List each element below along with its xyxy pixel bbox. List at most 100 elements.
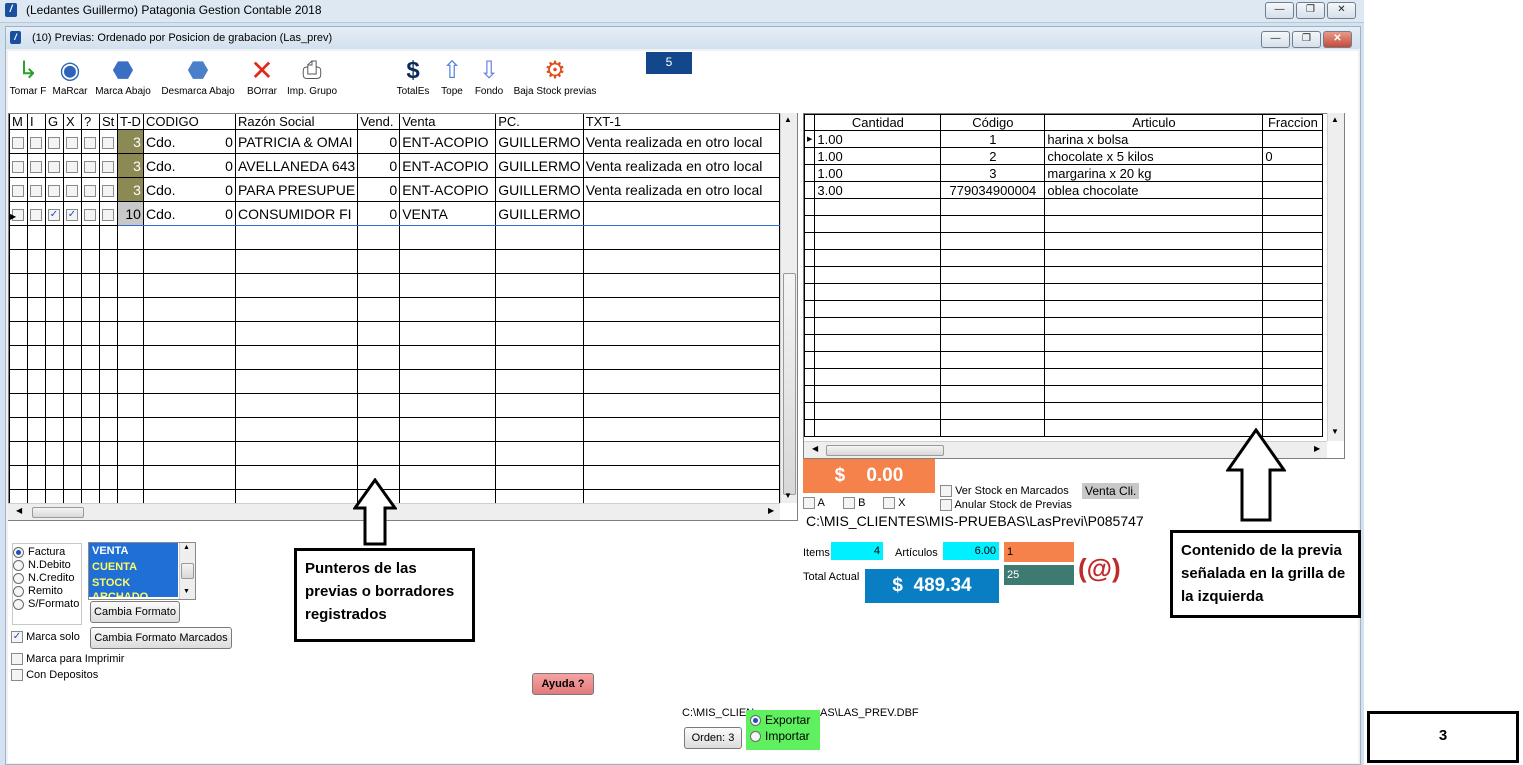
articulos-vertical-scrollbar[interactable]: ▲ ▼ xyxy=(1327,113,1344,441)
venta-cli-label[interactable]: Venta Cli. xyxy=(1082,483,1140,499)
articulos-scroll-down-icon[interactable]: ▼ xyxy=(1331,427,1339,436)
vend-cell[interactable]: 0 xyxy=(357,129,401,154)
table-row[interactable]: 3 Cdo. 0 PATRICIA & OMAI 0 ENT-ACOPIO GUILLERM… xyxy=(9,129,780,154)
table-row[interactable] xyxy=(9,369,780,394)
anular-stock-checkbox[interactable]: Anular Stock de Previas xyxy=(940,499,1072,512)
table-row[interactable]: 1.00 3 margarina x 20 kg xyxy=(804,164,1324,182)
row-checkbox[interactable] xyxy=(84,184,96,197)
codigo-cell[interactable]: Cdo. 0 xyxy=(142,177,236,202)
td-cell[interactable]: 3 xyxy=(117,129,144,154)
codigo-cell[interactable]: Cdo. 0 xyxy=(142,201,236,226)
toolbar-baja-stock-button[interactable]: ⚙ Baja Stock previas xyxy=(508,53,602,105)
check-x[interactable]: X xyxy=(883,497,905,510)
toolbar-borrar-button[interactable]: ✕ BOrrar xyxy=(242,53,282,105)
row-checkbox[interactable] xyxy=(66,160,78,173)
articulo-cell[interactable]: margarina x 20 kg xyxy=(1044,164,1264,182)
fraccion-cell[interactable] xyxy=(1262,181,1324,199)
table-row[interactable] xyxy=(804,385,1324,403)
razon-cell[interactable]: AVELLANEDA 643 xyxy=(234,153,359,178)
list-item[interactable]: STOCK xyxy=(89,575,178,591)
table-row[interactable] xyxy=(804,300,1324,318)
table-row[interactable] xyxy=(804,351,1324,369)
razon-cell[interactable]: PARA PRESUPUE xyxy=(234,177,359,202)
table-row[interactable]: 1.00 2 chocolate x 5 kilos 0 xyxy=(804,147,1324,165)
check-b[interactable]: B xyxy=(843,497,865,510)
table-row[interactable] xyxy=(804,368,1324,386)
row-checkbox[interactable] xyxy=(30,136,42,149)
scroll-up-icon[interactable]: ▲ xyxy=(784,115,792,124)
table-row[interactable] xyxy=(804,317,1324,335)
col-header-pc[interactable]: PC. xyxy=(495,114,584,130)
articulos-scroll-left-icon[interactable]: ◀ xyxy=(812,444,818,453)
col-header-st[interactable]: St xyxy=(99,114,118,130)
txt-cell[interactable]: Venta realizada en otro local xyxy=(582,129,780,154)
marca-imprimir-checkbox[interactable]: Marca para Imprimir xyxy=(11,653,124,666)
td-cell[interactable]: 10 xyxy=(117,201,144,226)
row-checkbox[interactable] xyxy=(84,208,96,221)
row-checkbox[interactable] xyxy=(102,136,114,149)
vend-cell[interactable]: 0 xyxy=(357,153,401,178)
razon-cell[interactable]: PATRICIA & OMAI xyxy=(234,129,359,154)
col-header-codigo-art[interactable]: Código xyxy=(940,114,1046,131)
col-header-codigo[interactable]: CODIGO xyxy=(142,114,236,130)
list-item[interactable]: VENTA xyxy=(89,543,178,559)
row-checkbox[interactable] xyxy=(48,184,60,197)
table-row[interactable] xyxy=(804,266,1324,284)
table-row[interactable] xyxy=(9,393,780,418)
txt-cell[interactable]: Venta realizada en otro local xyxy=(582,177,780,202)
toolbar-tope-button[interactable]: ⇧ Tope xyxy=(436,53,468,105)
row-checkbox[interactable] xyxy=(30,208,42,221)
row-checkbox[interactable] xyxy=(12,184,24,197)
toolbar-marcar-button[interactable]: ◉ MaRcar xyxy=(48,53,92,105)
previas-close-button[interactable]: ✕ xyxy=(1323,31,1352,48)
articulos-scroll-right-icon[interactable]: ▶ xyxy=(1314,444,1320,453)
col-header-fraccion[interactable]: Fraccion xyxy=(1262,114,1324,131)
radio-exportar[interactable]: Exportar xyxy=(750,713,820,727)
previas-minimize-button[interactable]: — xyxy=(1261,31,1290,48)
txt-cell[interactable]: Venta realizada en otro local xyxy=(582,153,780,178)
pc-cell[interactable]: GUILLERMO xyxy=(495,201,584,226)
radio-ncredito[interactable]: N.Credito xyxy=(13,572,81,584)
close-button[interactable]: ✕ xyxy=(1327,2,1356,19)
previas-vscroll-thumb[interactable] xyxy=(783,273,796,495)
marca-solo-checkbox[interactable]: ✓ Marca solo xyxy=(11,631,80,644)
venta-cell[interactable]: ENT-ACOPIO xyxy=(399,177,497,202)
toolbar-imp-grupo-button[interactable]: ⎙ Imp. Grupo xyxy=(284,53,340,105)
pc-cell[interactable]: GUILLERMO xyxy=(495,153,584,178)
con-depositos-checkbox[interactable]: Con Depositos xyxy=(11,669,98,682)
fraccion-cell[interactable]: 0 xyxy=(1262,147,1324,165)
toolbar-fondo-button[interactable]: ⇩ Fondo xyxy=(472,53,506,105)
col-header-g[interactable]: G xyxy=(45,114,64,130)
radio-factura[interactable]: Factura xyxy=(13,546,81,558)
td-cell[interactable]: 3 xyxy=(117,153,144,178)
row-checkbox[interactable] xyxy=(102,160,114,173)
check-a[interactable]: A xyxy=(803,497,825,510)
pc-cell[interactable]: GUILLERMO xyxy=(495,129,584,154)
table-row[interactable]: 3 Cdo. 0 PARA PRESUPUE 0 ENT-ACOPIO GUILLERMO V… xyxy=(9,177,780,202)
venta-cell[interactable]: VENTA xyxy=(399,201,497,226)
cambia-formato-marcados-button[interactable]: Cambia Formato Marcados xyxy=(90,627,232,649)
cantidad-cell[interactable]: 1.00 xyxy=(814,130,942,148)
radio-importar[interactable]: Importar xyxy=(750,729,820,743)
venta-list-down-icon[interactable]: ▼ xyxy=(183,588,190,595)
previas-vertical-scrollbar[interactable]: ▲ ▼ xyxy=(780,113,797,503)
minimize-button[interactable]: — xyxy=(1265,2,1294,19)
col-header-td[interactable]: T-D xyxy=(117,114,144,130)
scroll-right-icon[interactable]: ▶ xyxy=(768,506,774,515)
table-row[interactable] xyxy=(9,273,780,298)
list-item[interactable]: CUENTA xyxy=(89,559,178,575)
radio-ndebito[interactable]: N.Debito xyxy=(13,559,81,571)
codigo-cell[interactable]: Cdo. 0 xyxy=(142,153,236,178)
venta-list-up-icon[interactable]: ▲ xyxy=(183,544,190,551)
list-item[interactable]: ARCHADO xyxy=(89,591,178,597)
col-header-vend[interactable]: Vend. xyxy=(357,114,401,130)
vend-cell[interactable]: 0 xyxy=(357,201,401,226)
toolbar-marca-abajo-button[interactable]: ⬣ Marca Abajo xyxy=(92,53,154,105)
row-checkbox[interactable] xyxy=(30,184,42,197)
row-checkbox[interactable] xyxy=(102,208,114,221)
col-header-txt[interactable]: TXT-1 xyxy=(582,114,780,130)
table-row[interactable] xyxy=(9,417,780,442)
table-row[interactable]: ✓ ✓ 10 Cdo. 0 CONSUMIDOR FI 0 VENTA GUILLERMO xyxy=(9,201,780,226)
ver-stock-checkbox[interactable]: Ver Stock en Marcados xyxy=(940,485,1069,498)
row-checkbox[interactable]: ✓ xyxy=(48,208,60,221)
